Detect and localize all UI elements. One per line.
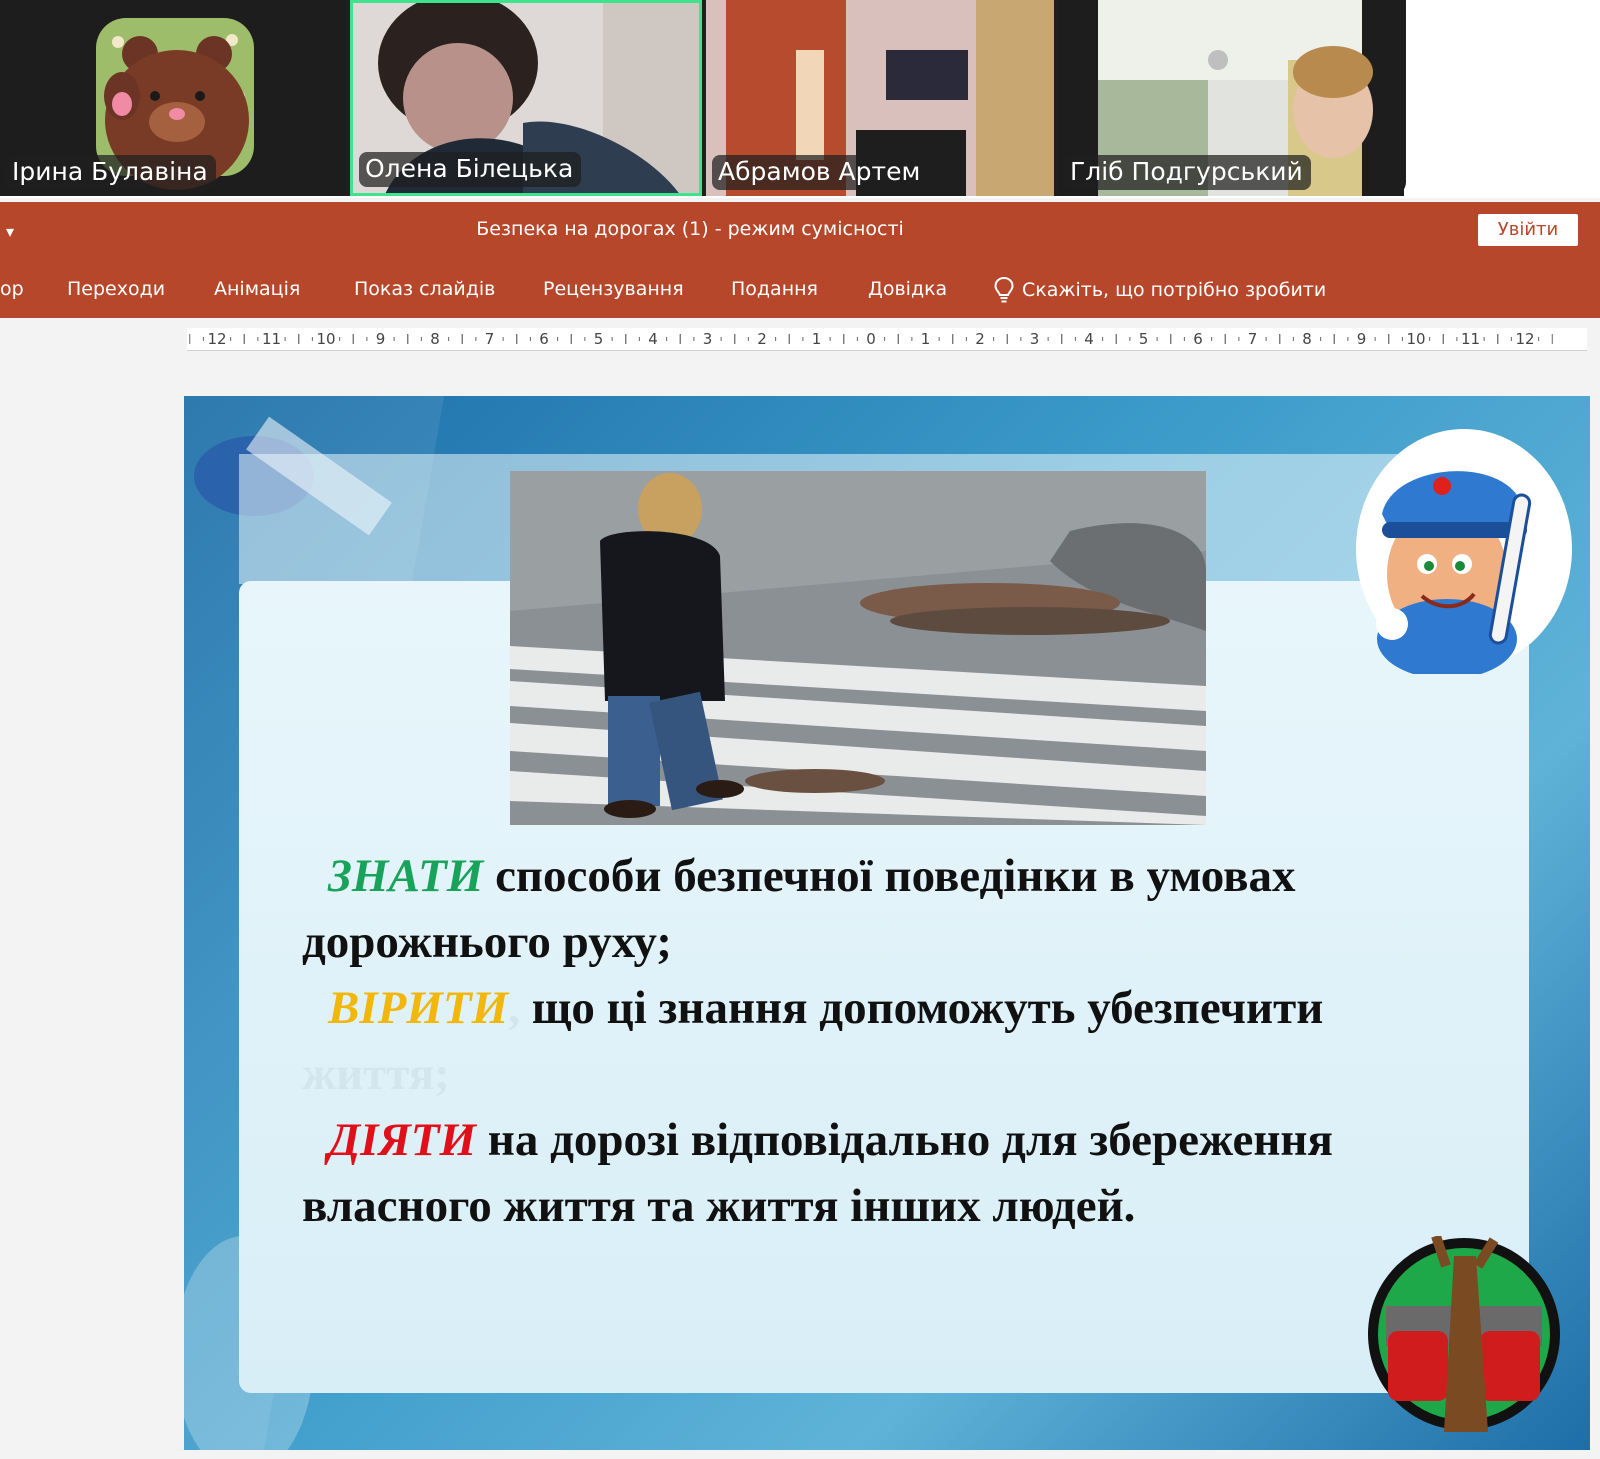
ruler-label: 5 [594,330,604,348]
ruler-label: 2 [975,330,985,348]
tell-me-label: Скажіть, що потрібно зробити [1022,279,1327,301]
tab-animations[interactable]: Анімація [214,278,300,300]
slide-paragraph-know: ЗНАТИ способи безпечної поведінки в умов… [302,843,1352,975]
keyword-act: ДІЯТИ [328,1114,477,1166]
participant-tile-1[interactable]: Ірина Булавіна [0,0,346,196]
ruler-label: 6 [1193,330,1203,348]
tell-me-search[interactable]: Скажіть, що потрібно зробити [994,276,1326,304]
ruler-label: 2 [757,330,767,348]
traffic-police-mascot-icon [1356,429,1572,674]
tab-view[interactable]: Подання [731,278,818,300]
ruler-label: 3 [703,330,713,348]
ruler-label: 1 [921,330,931,348]
participant-tile-3[interactable]: Абрамов Артем [706,0,1054,196]
ruler-label: 10 [1406,330,1425,348]
ruler-label: 9 [1357,330,1367,348]
ruler-label: 5 [1139,330,1149,348]
signin-button[interactable]: Увійти [1478,214,1578,246]
slide-paragraph-act: ДІЯТИ на дорозі відповідально для збереж… [302,1107,1352,1239]
ruler-label: 6 [539,330,549,348]
child-crossing-photo [510,471,1206,825]
document-title: Безпека на дорогах (1) - режим сумісност… [476,218,904,240]
participant-name: Гліб Подгурський [1064,155,1311,190]
ruler-label: 1 [812,330,822,348]
faded-word-life: життя; [302,1048,450,1100]
ruler-label: 12 [207,330,226,348]
participant-tile-2-active[interactable]: Олена Білецька [350,0,702,196]
ruler-label: 8 [430,330,440,348]
slide-paragraph-believe-text: що ці знання допоможуть убезпечити [531,982,1324,1034]
ruler-label: 8 [1302,330,1312,348]
ruler-label: 11 [262,330,281,348]
tab-help[interactable]: Довідка [868,278,947,300]
ruler-label: 4 [1084,330,1094,348]
slide-paragraph-believe: ВІРИТИ, що ці знання допоможуть убезпечи… [302,975,1352,1107]
participant-tile-4[interactable]: Гліб Подгурський [1058,0,1404,196]
keyword-know: ЗНАТИ [328,850,484,902]
faded-comma: , [508,982,520,1034]
ruler-label: 10 [316,330,335,348]
ruler-scale: 12 11 10 9 8 7 6 5 4 3 2 1 0 1 2 3 4 5 6 7 8 9 10 11 12 [189,330,1553,348]
tab-partial[interactable]: ор [0,278,24,300]
tab-slide-show[interactable]: Показ слайдів [354,278,495,300]
child-crosswalk-image [510,471,1206,825]
ruler-label: 9 [376,330,386,348]
ribbon-tabs: ор Переходи Анімація Показ слайдів Рецен… [0,262,1600,318]
horizontal-ruler: 12 11 10 9 8 7 6 5 4 3 2 1 0 1 2 3 4 5 6 7 8 9 10 11 12 [187,328,1587,351]
ruler-label: 3 [1030,330,1040,348]
ruler-label: 0 [866,330,876,348]
tab-review[interactable]: Рецензування [543,278,684,300]
video-strip: Ірина Булавіна Олена Білецька Абрамов Ар… [0,0,1600,198]
participant-name: Олена Білецька [359,152,582,187]
ruler-label: 4 [648,330,658,348]
participant-name: Абрамов Артем [712,155,929,190]
slide-canvas: ЗНАТИ способи безпечної поведінки в умов… [184,396,1590,1450]
lightbulb-icon [994,276,1014,303]
ruler-label: 7 [485,330,495,348]
participant-name: Ірина Булавіна [6,155,216,190]
ruler-label: 7 [1248,330,1258,348]
slide-text-block: ЗНАТИ способи безпечної поведінки в умов… [302,843,1352,1239]
title-bar: ▾ Безпека на дорогах (1) - режим сумісно… [0,202,1600,262]
car-tree-accident-logo-icon [1368,1236,1560,1432]
tab-transitions[interactable]: Переходи [67,278,165,300]
ruler-label: 11 [1461,330,1480,348]
keyword-believe: ВІРИТИ [328,982,509,1034]
ruler-label: 12 [1515,330,1534,348]
